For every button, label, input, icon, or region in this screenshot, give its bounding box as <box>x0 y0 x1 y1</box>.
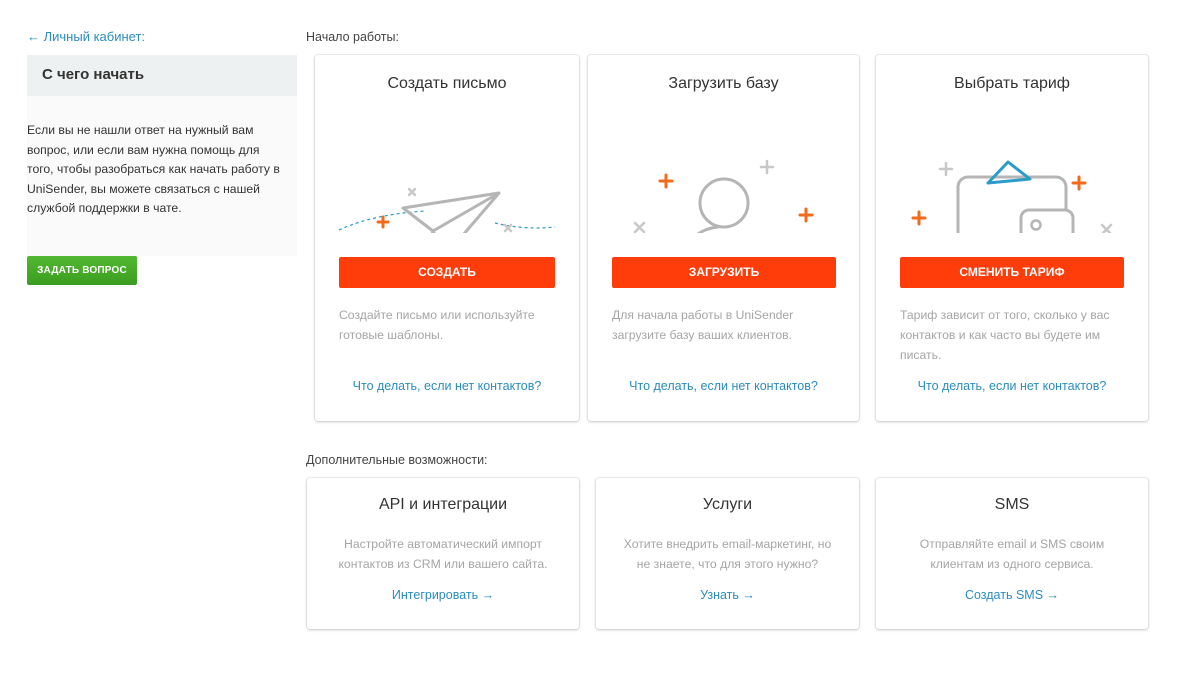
create-button[interactable]: СОЗДАТЬ <box>339 257 555 288</box>
card-title: Выбрать тариф <box>954 75 1070 92</box>
card-title: Создать письмо <box>387 75 507 92</box>
sms-card: SMS Отправляйте email и SMS своим клиент… <box>876 478 1148 629</box>
create-sms-link[interactable]: Создать SMS → <box>876 588 1148 602</box>
upload-button[interactable]: ЗАГРУЗИТЬ <box>612 257 836 288</box>
card-description: Создайте письмо или используйте готовые … <box>339 308 535 342</box>
create-letter-card: Создать письмо СОЗДАТЬ Создайте письмо и… <box>315 55 579 421</box>
wallet-icon <box>911 160 1113 233</box>
card-title: API и интеграции <box>378 496 508 513</box>
api-integrations-card: API и интеграции Настройте автоматически… <box>307 478 579 629</box>
no-contacts-link[interactable]: Что делать, если нет контактов? <box>588 379 859 393</box>
paper-plane-icon <box>338 187 556 233</box>
card-title: Загрузить базу <box>668 75 779 92</box>
sidebar-title: С чего начать <box>42 66 145 83</box>
change-tariff-button[interactable]: СМЕНИТЬ ТАРИФ <box>900 257 1124 288</box>
integrate-link[interactable]: Интегрировать → <box>307 588 579 602</box>
user-add-icon <box>633 159 814 233</box>
card-description: Настройте автоматический импорт контакто… <box>338 537 548 571</box>
no-contacts-link[interactable]: Что делать, если нет контактов? <box>315 379 579 393</box>
card-description: Отправляйте email и SMS своим клиентам и… <box>919 537 1105 571</box>
choose-tariff-card: Выбрать тариф СМЕНИТЬ ТАРИФ Тариф зависи… <box>876 55 1148 421</box>
sidebar-help-text: Если вы не нашли ответ на нужный вам воп… <box>27 123 280 215</box>
sidebar-title-box: С чего начать <box>27 55 297 96</box>
sidebar: ← Личный кабинет: С чего начать Если вы … <box>27 27 297 285</box>
extra-section-label: Дополнительные возможности: <box>306 453 488 467</box>
card-title: SMS <box>994 496 1030 513</box>
services-card: Услуги Хотите внедрить email-маркетинг, … <box>596 478 859 629</box>
sidebar-panel: С чего начать Если вы не нашли ответ на … <box>27 55 297 285</box>
learn-more-link[interactable]: Узнать → <box>596 588 859 602</box>
ask-question-button[interactable]: ЗАДАТЬ ВОПРОС <box>27 256 137 285</box>
card-description: Для начала работы в UniSender загрузите … <box>612 308 794 342</box>
card-description: Тариф зависит от того, сколько у вас кон… <box>900 308 1110 362</box>
back-to-account-link[interactable]: ← Личный кабинет: <box>27 29 145 44</box>
card-title: Услуги <box>702 496 753 513</box>
no-contacts-link[interactable]: Что делать, если нет контактов? <box>876 379 1148 393</box>
card-description: Хотите внедрить email-маркетинг, но не з… <box>623 537 832 571</box>
start-section-label: Начало работы: <box>306 30 399 44</box>
upload-base-card: Загрузить базу ЗАГРУЗИТЬ Для начала рабо… <box>588 55 859 421</box>
